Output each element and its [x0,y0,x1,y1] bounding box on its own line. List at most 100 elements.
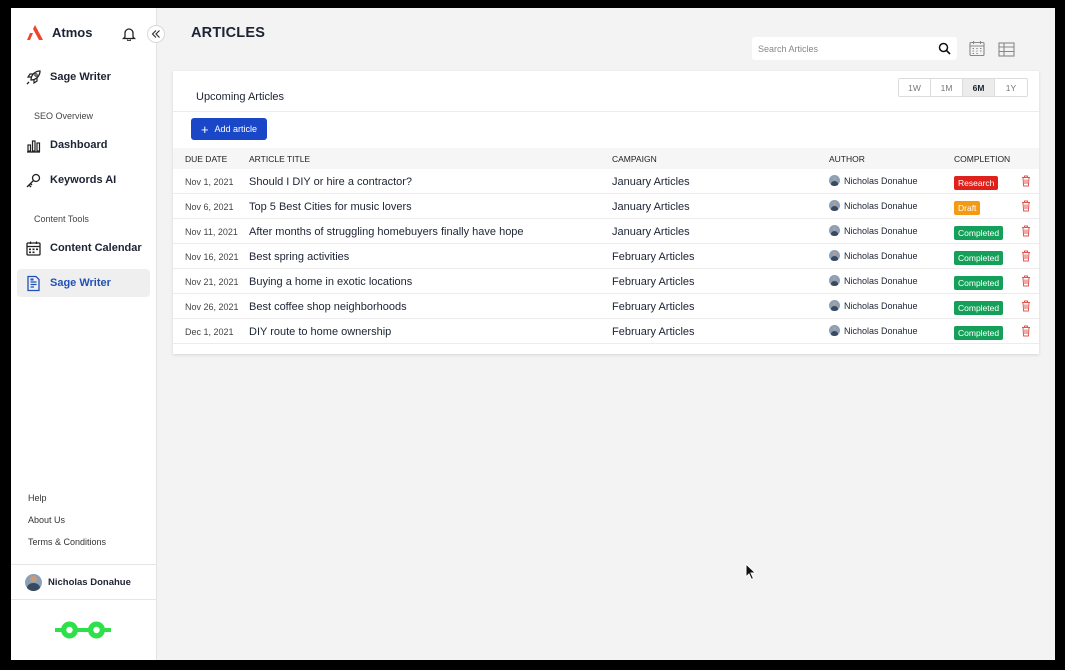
table-row[interactable]: Nov 1, 2021 Should I DIY or hire a contr… [173,169,1039,194]
avatar [25,573,42,591]
author: Nicholas Donahue [829,275,918,286]
status-badge[interactable]: Draft [954,201,981,215]
plus-icon: + [200,121,209,137]
author-name: Nicholas Donahue [844,300,918,311]
table-view-icon[interactable] [998,42,1015,57]
header-completion[interactable]: COMPLETION [954,154,1010,164]
search-icon[interactable] [938,42,951,55]
status-badge[interactable]: Research [954,176,999,190]
article-title[interactable]: Best spring activities [249,251,349,263]
table-row[interactable]: Nov 21, 2021 Buying a home in exotic loc… [173,269,1039,294]
table-row[interactable]: Nov 26, 2021 Best coffee shop neighborho… [173,294,1039,319]
sidebar-item-sage-writer-top[interactable]: Sage Writer [17,63,150,91]
trash-icon[interactable] [1021,325,1031,337]
author: Nicholas Donahue [829,300,918,311]
article-title[interactable]: Best coffee shop neighborhoods [249,301,407,313]
avatar [829,275,840,286]
sidebar-item-dashboard[interactable]: Dashboard [17,131,150,159]
header-author[interactable]: AUTHOR [829,154,865,164]
status-badge[interactable]: Completed [954,226,1004,240]
article-title[interactable]: DIY route to home ownership [249,326,391,338]
author-name: Nicholas Donahue [844,250,918,261]
add-article-label: Add article [214,124,258,134]
campaign: January Articles [612,176,690,188]
add-article-button[interactable]: + Add article [191,118,267,140]
trash-icon[interactable] [1021,250,1031,262]
avatar [829,225,840,236]
sidebar: Atmos Sage Writer SEO Overview Dashboard… [11,8,157,660]
campaign: February Articles [612,251,695,263]
article-title[interactable]: Top 5 Best Cities for music lovers [249,201,412,213]
brand-name: Atmos [52,25,93,40]
collapse-sidebar-button[interactable] [147,25,165,43]
upcoming-articles-card: Upcoming Articles 1W 1M 6M 1Y + Add arti… [173,71,1039,354]
glasses-logo-icon [55,621,111,639]
avatar [829,250,840,261]
avatar [829,175,840,186]
table-row[interactable]: Nov 11, 2021 After months of struggling … [173,219,1039,244]
about-link[interactable]: About Us [28,515,65,525]
trash-icon[interactable] [1021,225,1031,237]
search-bar [752,37,957,60]
header-article-title[interactable]: ARTICLE TITLE [249,154,310,164]
section-label-content: Content Tools [34,214,89,224]
article-title[interactable]: Buying a home in exotic locations [249,276,412,288]
bell-icon[interactable] [122,26,136,41]
time-range-selector: 1W 1M 6M 1Y [898,78,1028,97]
help-link[interactable]: Help [28,493,47,503]
app-window: Atmos Sage Writer SEO Overview Dashboard… [11,8,1055,660]
author-name: Nicholas Donahue [844,325,918,336]
table-row[interactable]: Nov 16, 2021 Best spring activities Febr… [173,244,1039,269]
user-name: Nicholas Donahue [48,576,131,588]
due-date: Nov 11, 2021 [185,227,238,237]
author-name: Nicholas Donahue [844,175,918,186]
author: Nicholas Donahue [829,175,918,186]
sidebar-item-label: Sage Writer [50,277,111,289]
due-date: Nov 1, 2021 [185,177,234,187]
user-profile[interactable]: Nicholas Donahue [11,564,157,600]
chevron-double-left-icon [151,30,160,38]
due-date: Dec 1, 2021 [185,327,234,337]
range-1y-button[interactable]: 1Y [995,79,1027,96]
range-1m-button[interactable]: 1M [931,79,963,96]
table-row[interactable]: Nov 6, 2021 Top 5 Best Cities for music … [173,194,1039,219]
dashboard-icon [27,139,41,153]
brand[interactable]: Atmos [26,24,92,41]
article-title[interactable]: Should I DIY or hire a contractor? [249,176,412,188]
header-due-date[interactable]: DUE DATE [185,154,227,164]
range-1w-button[interactable]: 1W [899,79,931,96]
divider [173,111,1039,112]
status-badge[interactable]: Completed [954,326,1004,340]
author: Nicholas Donahue [829,325,918,336]
page-title: ARTICLES [191,25,266,41]
trash-icon[interactable] [1021,200,1031,212]
calendar-view-icon[interactable] [969,40,985,57]
status-badge[interactable]: Completed [954,276,1004,290]
campaign: February Articles [612,301,695,313]
key-icon [26,173,41,187]
trash-icon[interactable] [1021,175,1031,187]
sidebar-item-content-calendar[interactable]: Content Calendar [17,234,150,262]
author-name: Nicholas Donahue [844,200,918,211]
avatar [829,325,840,336]
trash-icon[interactable] [1021,275,1031,287]
sidebar-item-label: Content Calendar [50,242,142,254]
range-6m-button[interactable]: 6M [963,79,995,96]
sidebar-item-label: Dashboard [50,139,108,151]
status-badge[interactable]: Completed [954,301,1004,315]
search-input[interactable] [758,43,938,54]
sidebar-item-sage-writer[interactable]: Sage Writer [17,269,150,297]
terms-link[interactable]: Terms & Conditions [28,537,106,547]
trash-icon[interactable] [1021,300,1031,312]
sidebar-item-label: Keywords AI [50,174,117,186]
author: Nicholas Donahue [829,250,918,261]
document-icon [27,275,40,291]
campaign: January Articles [612,226,690,238]
table-row[interactable]: Dec 1, 2021 DIY route to home ownership … [173,319,1039,344]
campaign: February Articles [612,276,695,288]
calendar-icon [26,241,41,256]
sidebar-item-keywords[interactable]: Keywords AI [17,166,150,194]
status-badge[interactable]: Completed [954,251,1004,265]
header-campaign[interactable]: CAMPAIGN [612,154,657,164]
article-title[interactable]: After months of struggling homebuyers fi… [249,226,524,238]
